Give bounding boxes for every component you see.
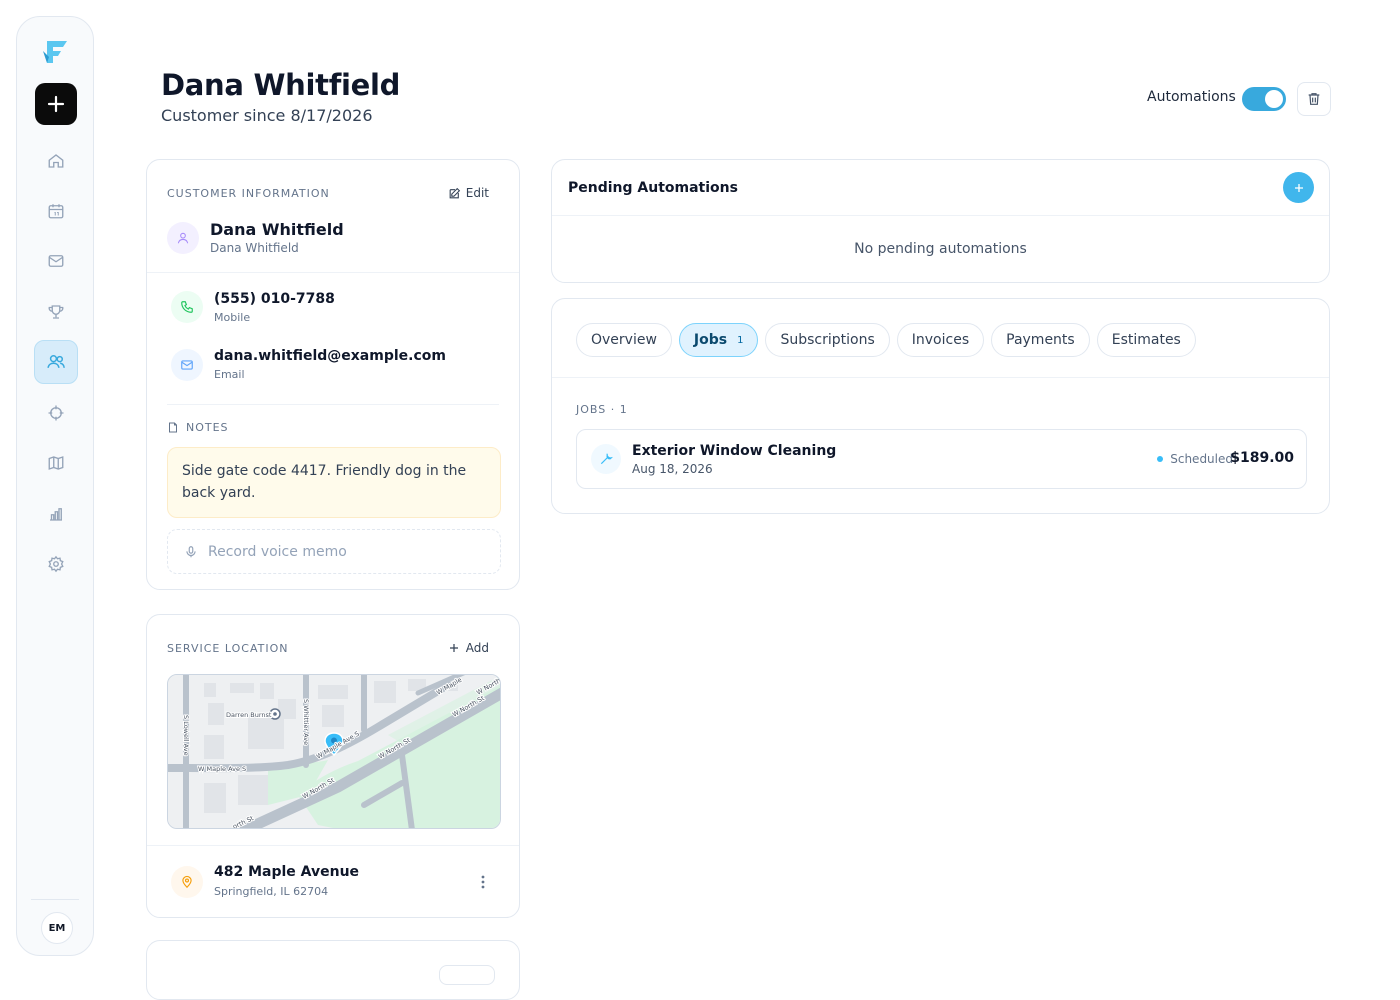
add-label: Add: [465, 641, 489, 655]
phone-number[interactable]: (555) 010-7788: [214, 291, 335, 307]
job-title: Exterior Window Cleaning: [632, 443, 837, 459]
tab-label: Payments: [1006, 332, 1075, 348]
divider: [147, 272, 519, 273]
nav-bar-chart-icon[interactable]: [34, 492, 78, 536]
map-label: S Whittier Ave: [302, 699, 310, 745]
tab-label: Subscriptions: [780, 332, 875, 348]
divider: [147, 845, 519, 846]
job-row[interactable]: Exterior Window Cleaning Aug 18, 2026 Sc…: [576, 429, 1307, 489]
tab-estimates[interactable]: Estimates: [1096, 323, 1196, 357]
record-voice-memo-button[interactable]: Record voice memo: [167, 529, 501, 574]
sidebar: EM: [16, 16, 94, 956]
toggle-knob: [1265, 90, 1283, 108]
person-icon: [167, 222, 199, 254]
more-vertical-icon: [481, 875, 485, 889]
tab-subscriptions[interactable]: Subscriptions: [765, 323, 890, 357]
microphone-icon: [186, 545, 196, 557]
email-type: Email: [214, 368, 245, 381]
nav-home-icon[interactable]: [34, 139, 78, 183]
address-city: Springfield, IL 62704: [214, 885, 329, 898]
wrench-icon: [591, 444, 621, 474]
record-voice-memo-label: Record voice memo: [208, 543, 347, 560]
email-address[interactable]: dana.whitfield@example.com: [214, 348, 446, 364]
customer-tabs-card: Overview Jobs 1 Subscriptions Invoices Pa…: [551, 298, 1330, 514]
job-price: $189.00: [1230, 450, 1294, 466]
partial-button[interactable]: [439, 965, 495, 985]
tab-payments[interactable]: Payments: [991, 323, 1090, 357]
divider: [552, 377, 1329, 378]
map-label: Darren Burnst: [226, 711, 272, 719]
phone-icon: [171, 291, 203, 323]
phone-type: Mobile: [214, 311, 251, 324]
customer-name: Dana Whitfield: [210, 220, 344, 239]
automations-toggle[interactable]: [1242, 87, 1286, 111]
app-logo-icon[interactable]: [41, 37, 71, 67]
divider: [167, 404, 499, 405]
service-location-card: SERVICE LOCATION Add Darren Burnst S Low…: [146, 614, 520, 918]
edit-label: Edit: [465, 186, 489, 200]
map-graphic: Darren Burnst S Lowell Ave S Whittier Av…: [168, 675, 500, 828]
tab-label: Jobs: [693, 332, 728, 348]
location-pin-icon: [171, 866, 203, 898]
job-status-label: Scheduled: [1170, 452, 1233, 466]
jobs-count-label: JOBS · 1: [576, 403, 628, 416]
add-automation-button[interactable]: [1283, 172, 1314, 203]
next-card-partial: [146, 940, 520, 1000]
pending-automations-title: Pending Automations: [568, 180, 738, 196]
nav-customers-icon[interactable]: [34, 340, 78, 384]
delete-customer-button[interactable]: [1297, 82, 1331, 116]
job-status: Scheduled: [1157, 452, 1233, 466]
tab-label: Estimates: [1111, 332, 1181, 348]
location-more-button[interactable]: [477, 870, 489, 894]
map-label: W Maple Ave S: [198, 765, 246, 773]
add-location-button[interactable]: Add: [448, 641, 489, 655]
edit-customer-button[interactable]: Edit: [448, 186, 489, 200]
tab-label: Overview: [591, 332, 657, 348]
customer-information-card: CUSTOMER INFORMATION Edit Dana Whitfield…: [146, 159, 520, 590]
email-icon: [171, 349, 203, 381]
service-location-heading: SERVICE LOCATION: [167, 642, 289, 655]
notes-text[interactable]: Side gate code 4417. Friendly dog in the…: [167, 447, 501, 518]
customer-since: Customer since 8/17/2026: [161, 106, 373, 125]
customer-information-heading: CUSTOMER INFORMATION: [167, 187, 330, 200]
notes-label: NOTES: [186, 421, 229, 434]
nav-trophy-icon[interactable]: [34, 290, 78, 334]
location-map[interactable]: Darren Burnst S Lowell Ave S Whittier Av…: [167, 674, 501, 829]
pending-automations-card: Pending Automations No pending automatio…: [551, 159, 1330, 283]
nav-mail-icon[interactable]: [34, 239, 78, 283]
tab-invoices[interactable]: Invoices: [896, 323, 985, 357]
tab-overview[interactable]: Overview: [576, 323, 672, 357]
plus-icon: [449, 644, 458, 652]
tab-label: Invoices: [911, 332, 970, 348]
trash-icon: [1308, 93, 1320, 105]
job-date: Aug 18, 2026: [632, 462, 713, 476]
status-dot: [1157, 456, 1164, 462]
nav-crosshair-icon[interactable]: [34, 391, 78, 435]
automations-label: Automations: [1147, 89, 1236, 105]
sidebar-divider: [31, 899, 79, 900]
notes-heading: NOTES: [167, 421, 229, 434]
nav-calendar-icon[interactable]: [34, 189, 78, 233]
page-title: Dana Whitfield: [161, 68, 401, 102]
tab-count-badge: 1: [737, 334, 744, 346]
map-label: S Lowell Ave: [182, 715, 190, 756]
address-line: 482 Maple Avenue: [214, 864, 360, 880]
customer-name-sub: Dana Whitfield: [210, 241, 299, 255]
new-button[interactable]: [35, 83, 77, 125]
divider: [552, 215, 1329, 216]
tab-jobs[interactable]: Jobs 1: [678, 323, 759, 357]
nav-gear-icon[interactable]: [34, 542, 78, 586]
plus-icon: [1294, 183, 1303, 192]
edit-icon: [449, 187, 460, 198]
user-avatar[interactable]: EM: [41, 912, 73, 944]
nav-map-icon[interactable]: [34, 441, 78, 485]
note-icon: [169, 422, 177, 433]
pending-automations-empty: No pending automations: [854, 241, 1027, 257]
tab-bar: Overview Jobs 1 Subscriptions Invoices Pa…: [576, 323, 1196, 357]
